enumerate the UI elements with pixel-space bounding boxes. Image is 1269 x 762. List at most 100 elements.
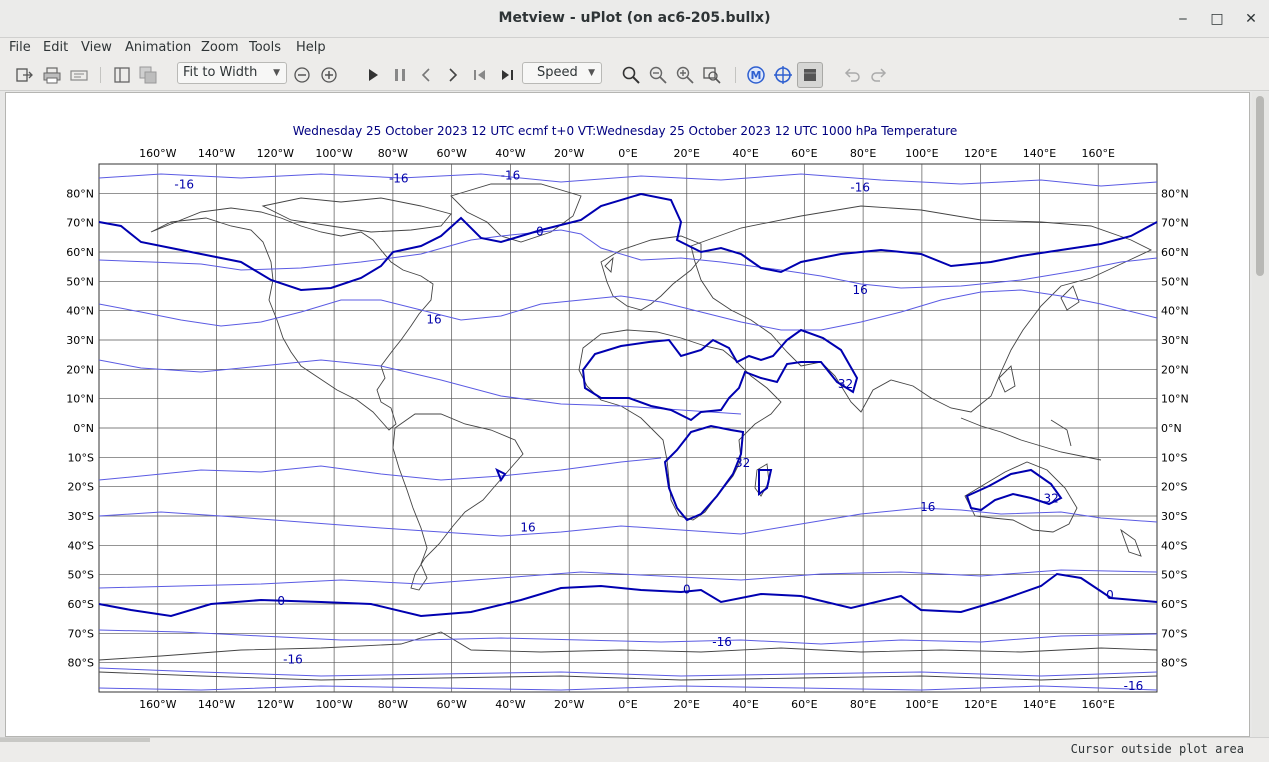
lat-label-right: 80°N [1161, 187, 1189, 200]
lat-label-left: 50°N [66, 275, 94, 288]
minimize-button[interactable]: ‒ [1173, 9, 1193, 29]
contour-label: 0 [683, 582, 691, 596]
lat-label-right: 10°S [1161, 451, 1187, 464]
lat-label-right: 60°S [1161, 598, 1187, 611]
zoom-mode-select[interactable]: Fit to Width ▼ [177, 62, 287, 84]
menu-bar: File Edit View Animation Zoom Tools Help [0, 38, 1269, 59]
menu-edit[interactable]: Edit [43, 40, 68, 55]
speed-select[interactable]: Speed ▼ [522, 62, 602, 84]
pause-icon[interactable] [390, 65, 410, 85]
lat-label-right: 30°N [1161, 334, 1189, 347]
lat-label-left: 80°N [66, 187, 94, 200]
lon-label-top: 0°E [618, 147, 637, 160]
lon-label-top: 80°E [850, 147, 876, 160]
toolbar: Fit to Width ▼ Speed ▼ M [0, 59, 1269, 91]
next-icon[interactable] [443, 65, 463, 85]
lon-label-top: 20°W [554, 147, 584, 160]
print-icon[interactable] [42, 65, 62, 85]
lat-label-left: 60°N [66, 246, 94, 259]
lon-label-top: 100°W [315, 147, 352, 160]
lon-label-top: 20°E [674, 147, 700, 160]
lat-label-left: 80°S [68, 657, 94, 670]
menu-file[interactable]: File [9, 40, 31, 55]
cursor-data-icon[interactable] [773, 65, 793, 85]
menu-tools[interactable]: Tools [249, 40, 281, 55]
menu-animation[interactable]: Animation [125, 40, 191, 55]
title-bar: Metview - uPlot (on ac6-205.bullx) ‒ □ ✕ [0, 0, 1269, 38]
lon-label-bottom: 40°E [732, 698, 758, 711]
lat-label-right: 0°N [1161, 422, 1182, 435]
lon-label-top: 40°W [495, 147, 525, 160]
window-title: Metview - uPlot (on ac6-205.bullx) [498, 10, 771, 26]
contour-label: 32 [1044, 491, 1059, 505]
chevron-down-icon: ▼ [588, 68, 595, 78]
lon-label-top: 140°E [1023, 147, 1056, 160]
menu-help[interactable]: Help [296, 40, 326, 55]
undo-icon[interactable] [842, 65, 862, 85]
scrollbar-thumb[interactable] [1256, 96, 1264, 276]
lat-label-left: 20°S [68, 481, 94, 494]
zoom-out-circle-icon[interactable] [292, 65, 312, 85]
lat-label-right: 50°S [1161, 569, 1187, 582]
lon-label-bottom: 100°E [905, 698, 938, 711]
contour-label: -16 [174, 178, 194, 192]
print-preview-icon[interactable] [69, 65, 89, 85]
lon-label-top: 160°E [1081, 147, 1114, 160]
lon-label-bottom: 160°W [139, 698, 176, 711]
lat-label-left: 70°S [68, 627, 94, 640]
lat-label-left: 60°S [68, 598, 94, 611]
chevron-down-icon: ▼ [273, 68, 280, 78]
contour-label: 16 [853, 283, 868, 297]
menu-zoom[interactable]: Zoom [201, 40, 238, 55]
lat-label-right: 70°N [1161, 217, 1189, 230]
contour-label: 16 [426, 312, 441, 326]
lon-label-bottom: 80°W [378, 698, 408, 711]
contour-label: -16 [501, 169, 521, 183]
lon-label-bottom: 160°E [1081, 698, 1114, 711]
overlay-icon[interactable] [138, 65, 158, 85]
last-icon[interactable] [497, 65, 517, 85]
lat-label-right: 20°S [1161, 481, 1187, 494]
lon-label-top: 60°W [436, 147, 466, 160]
lat-label-left: 50°S [68, 569, 94, 582]
maximize-button[interactable]: □ [1207, 9, 1227, 29]
menu-view[interactable]: View [81, 40, 112, 55]
lon-label-top: 60°E [791, 147, 817, 160]
zoom-stack-icon[interactable] [702, 65, 722, 85]
magics-icon[interactable]: M [746, 65, 766, 85]
zoom-in-circle-icon[interactable] [319, 65, 339, 85]
resize-grip [0, 738, 150, 742]
lat-label-right: 20°N [1161, 363, 1189, 376]
first-icon[interactable] [470, 65, 490, 85]
lat-label-right: 30°S [1161, 510, 1187, 523]
zoom-in-icon[interactable] [675, 65, 695, 85]
lat-label-left: 40°S [68, 539, 94, 552]
plot-canvas[interactable]: Wednesday 25 October 2023 12 UTC ecmf t+… [5, 92, 1250, 737]
contour-label: -16 [389, 172, 409, 186]
previous-icon[interactable] [416, 65, 436, 85]
zoom-mode-value: Fit to Width [183, 65, 258, 80]
contour-label: -16 [712, 635, 732, 649]
layout-icon[interactable] [112, 65, 132, 85]
zoom-out-icon[interactable] [648, 65, 668, 85]
lon-label-bottom: 140°W [198, 698, 235, 711]
speed-value: Speed [537, 65, 578, 80]
export-icon[interactable] [14, 65, 34, 85]
close-button[interactable]: ✕ [1241, 9, 1261, 29]
lon-label-bottom: 60°E [791, 698, 817, 711]
map-plot[interactable]: Wednesday 25 October 2023 12 UTC ecmf t+… [6, 93, 1249, 736]
lat-label-left: 30°N [66, 334, 94, 347]
data-layer-toggle[interactable] [797, 62, 823, 88]
play-icon[interactable] [363, 65, 383, 85]
lon-label-top: 120°E [964, 147, 997, 160]
lat-label-right: 40°S [1161, 539, 1187, 552]
lat-label-left: 10°S [68, 451, 94, 464]
lat-label-right: 50°N [1161, 275, 1189, 288]
redo-icon[interactable] [869, 65, 889, 85]
lat-label-right: 80°S [1161, 657, 1187, 670]
lat-label-right: 10°N [1161, 393, 1189, 406]
contour-label: 0 [277, 594, 285, 608]
magnifier-icon[interactable] [621, 65, 641, 85]
vertical-scrollbar[interactable] [1252, 92, 1269, 737]
contour-label: 32 [735, 456, 750, 470]
